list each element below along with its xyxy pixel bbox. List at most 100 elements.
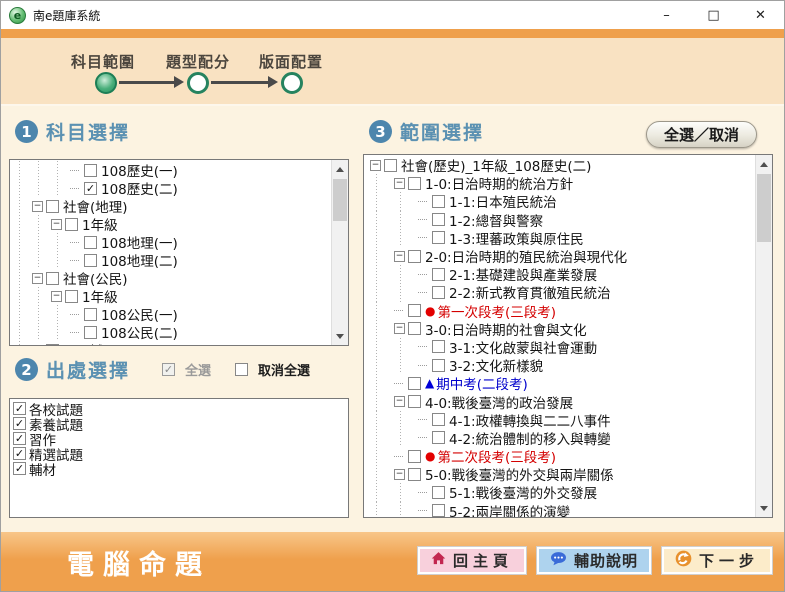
tree-node[interactable]: 3-1:文化啟蒙與社會運動 bbox=[370, 338, 754, 356]
tree-node[interactable]: −3-0:日治時期的社會與文化 bbox=[370, 320, 754, 338]
step-dot-2-icon[interactable] bbox=[187, 72, 209, 94]
tree-node[interactable]: 108公民(二) bbox=[13, 323, 330, 341]
step-dot-1-current-icon[interactable] bbox=[95, 72, 117, 94]
collapse-icon[interactable]: − bbox=[394, 323, 405, 334]
tree-checkbox[interactable]: ✓ bbox=[84, 182, 97, 195]
tree-node[interactable]: 1-2:總督與警察 bbox=[370, 211, 754, 229]
home-button[interactable]: 回主頁 bbox=[418, 547, 526, 574]
tree-node[interactable]: −2-0:日治時期的殖民統治與現代化 bbox=[370, 247, 754, 265]
source-item[interactable]: ✓精選試題 bbox=[11, 446, 347, 461]
collapse-icon[interactable]: − bbox=[394, 251, 405, 262]
tree-checkbox[interactable] bbox=[432, 213, 445, 226]
scroll-up-icon[interactable] bbox=[332, 161, 348, 177]
collapse-icon[interactable]: − bbox=[394, 469, 405, 480]
close-button[interactable]: ✕ bbox=[737, 1, 784, 29]
tree-checkbox[interactable] bbox=[84, 236, 97, 249]
tree-node[interactable]: −1-0:日治時期的統治方針 bbox=[370, 174, 754, 192]
subject-tree-scrollbar[interactable] bbox=[331, 160, 348, 345]
tree-checkbox[interactable] bbox=[408, 322, 421, 335]
tree-node[interactable]: −4-0:戰後臺灣的政治發展 bbox=[370, 392, 754, 410]
tree-checkbox[interactable] bbox=[432, 340, 445, 353]
collapse-icon[interactable]: − bbox=[370, 160, 381, 171]
tree-node[interactable]: 2-1:基礎建設與產業發展 bbox=[370, 265, 754, 283]
scrollbar-thumb[interactable] bbox=[333, 179, 347, 221]
select-all-checkbox[interactable]: ✓ bbox=[162, 363, 175, 376]
tree-checkbox[interactable] bbox=[408, 450, 421, 463]
collapse-icon[interactable]: − bbox=[394, 178, 405, 189]
tree-checkbox[interactable] bbox=[46, 272, 59, 285]
tree-node[interactable]: 5-1:戰後臺灣的外交發展 bbox=[370, 483, 754, 501]
collapse-icon[interactable]: − bbox=[394, 396, 405, 407]
tree-checkbox[interactable] bbox=[384, 159, 397, 172]
source-checkbox[interactable]: ✓ bbox=[13, 447, 26, 460]
tree-node[interactable]: ●第一次段考(三段考) bbox=[370, 302, 754, 320]
collapse-icon[interactable]: − bbox=[51, 291, 62, 302]
source-checkbox[interactable]: ✓ bbox=[13, 417, 26, 430]
tree-node[interactable]: −5-0:戰後臺灣的外交與兩岸關係 bbox=[370, 465, 754, 483]
tree-node[interactable]: −1年級 bbox=[13, 215, 330, 233]
tree-checkbox[interactable] bbox=[432, 431, 445, 444]
tree-checkbox[interactable] bbox=[432, 286, 445, 299]
tree-checkbox[interactable] bbox=[432, 231, 445, 244]
scroll-up-icon[interactable] bbox=[756, 156, 772, 172]
minimize-button[interactable]: – bbox=[643, 1, 690, 29]
select-all-toggle-button[interactable]: 全選／取消 bbox=[646, 121, 757, 148]
tree-checkbox[interactable] bbox=[84, 308, 97, 321]
tree-checkbox[interactable] bbox=[84, 326, 97, 339]
tree-node[interactable]: 4-1:政權轉換與二二八事件 bbox=[370, 411, 754, 429]
tree-checkbox[interactable] bbox=[84, 164, 97, 177]
tree-node[interactable]: 2-2:新式教育貫徹殖民統治 bbox=[370, 283, 754, 301]
tree-node[interactable]: 108地理(二) bbox=[13, 251, 330, 269]
tree-node[interactable]: −1年級 bbox=[13, 287, 330, 305]
tree-checkbox[interactable] bbox=[432, 504, 445, 517]
tree-checkbox[interactable] bbox=[432, 195, 445, 208]
source-checkbox[interactable]: ✓ bbox=[13, 432, 26, 445]
tree-checkbox[interactable] bbox=[408, 250, 421, 263]
tree-node[interactable]: −社會(公民) bbox=[13, 269, 330, 287]
tree-node[interactable]: 5-2:兩岸關係的演變 bbox=[370, 502, 754, 517]
tree-node[interactable]: −社會(地理) bbox=[13, 197, 330, 215]
tree-node[interactable]: 4-2:統治體制的移入與轉變 bbox=[370, 429, 754, 447]
tree-node[interactable]: 3-2:文化新樣貌 bbox=[370, 356, 754, 374]
tree-node[interactable]: 108地理(一) bbox=[13, 233, 330, 251]
deselect-all-option[interactable]: 取消全選 bbox=[235, 360, 310, 379]
next-step-button[interactable]: 下一步 bbox=[662, 547, 772, 574]
tree-node[interactable]: 108公民(一) bbox=[13, 305, 330, 323]
tree-node[interactable]: ✓108歷史(二) bbox=[13, 179, 330, 197]
scroll-down-icon[interactable] bbox=[756, 500, 772, 516]
scrollbar-thumb[interactable] bbox=[757, 174, 771, 242]
tree-checkbox[interactable] bbox=[432, 268, 445, 281]
deselect-all-checkbox[interactable] bbox=[235, 363, 248, 376]
tree-node[interactable]: −社會(歷史)_1年級_108歷史(二) bbox=[370, 156, 754, 174]
source-item[interactable]: ✓素養試題 bbox=[11, 416, 347, 431]
tree-node[interactable]: ▲期中考(二段考) bbox=[370, 374, 754, 392]
tree-checkbox[interactable] bbox=[46, 344, 59, 346]
tree-node[interactable]: 1-3:理蕃政策與原住民 bbox=[370, 229, 754, 247]
tree-checkbox[interactable] bbox=[408, 468, 421, 481]
tree-node[interactable]: ●第二次段考(三段考) bbox=[370, 447, 754, 465]
maximize-button[interactable]: □ bbox=[690, 1, 737, 29]
collapse-icon[interactable]: − bbox=[51, 219, 62, 230]
expand-icon[interactable]: + bbox=[32, 345, 43, 346]
collapse-icon[interactable]: − bbox=[32, 273, 43, 284]
tree-checkbox[interactable] bbox=[432, 486, 445, 499]
source-checkbox[interactable]: ✓ bbox=[13, 462, 26, 475]
tree-node[interactable]: 108歷史(一) bbox=[13, 161, 330, 179]
step-dot-3-icon[interactable] bbox=[281, 72, 303, 94]
tree-checkbox[interactable] bbox=[408, 304, 421, 317]
source-checkbox[interactable]: ✓ bbox=[13, 402, 26, 415]
select-all-option[interactable]: ✓ 全選 bbox=[162, 360, 211, 379]
tree-checkbox[interactable] bbox=[46, 200, 59, 213]
tree-checkbox[interactable] bbox=[408, 395, 421, 408]
tree-checkbox[interactable] bbox=[408, 377, 421, 390]
tree-checkbox[interactable] bbox=[432, 413, 445, 426]
scope-tree-scrollbar[interactable] bbox=[755, 155, 772, 517]
help-button[interactable]: 輔助說明 bbox=[537, 547, 651, 574]
collapse-icon[interactable]: − bbox=[32, 201, 43, 212]
tree-checkbox[interactable] bbox=[408, 177, 421, 190]
tree-node[interactable]: 1-1:日本殖民統治 bbox=[370, 192, 754, 210]
tree-checkbox[interactable] bbox=[65, 218, 78, 231]
scroll-down-icon[interactable] bbox=[332, 328, 348, 344]
tree-checkbox[interactable] bbox=[432, 359, 445, 372]
tree-checkbox[interactable] bbox=[65, 290, 78, 303]
